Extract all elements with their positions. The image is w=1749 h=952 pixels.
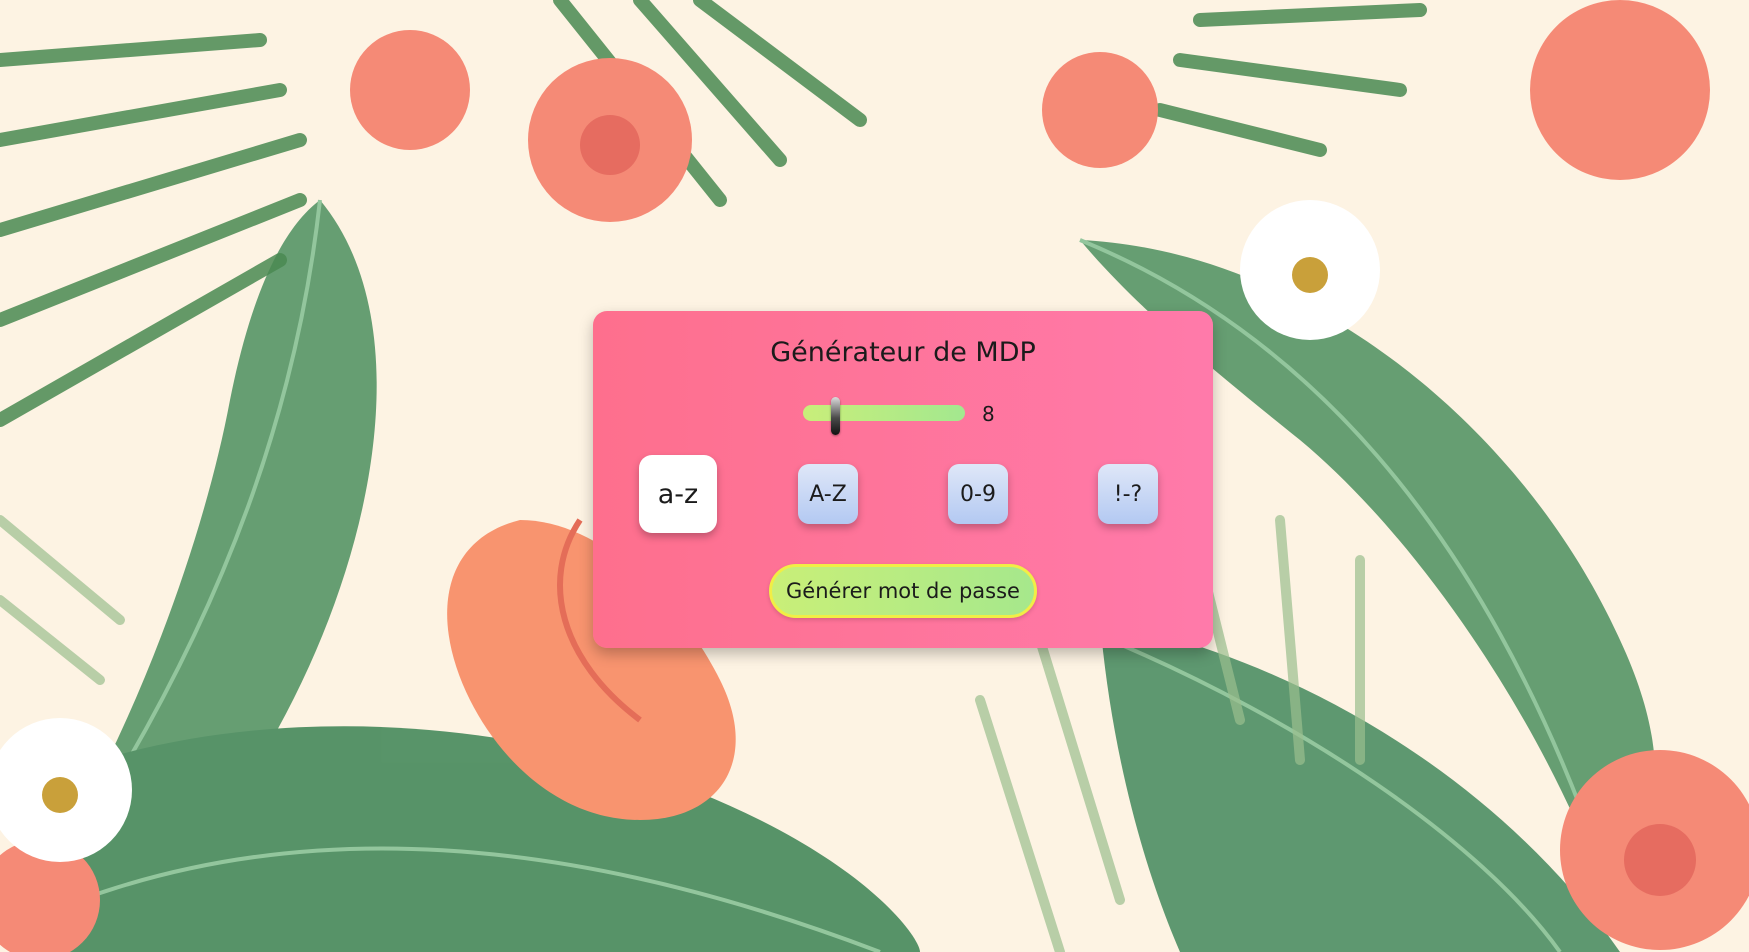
lowercase-option-button[interactable]: a-z: [639, 455, 717, 533]
generate-password-button[interactable]: Générer mot de passe: [769, 564, 1037, 618]
digits-option-button[interactable]: 0-9: [948, 464, 1008, 524]
length-slider-thumb[interactable]: [831, 397, 840, 435]
length-slider[interactable]: [803, 397, 965, 435]
symbols-option-button[interactable]: !-?: [1098, 464, 1158, 524]
length-value: 8: [982, 402, 995, 426]
app-title: Générateur de MDP: [770, 337, 1036, 368]
password-generator-card: Générateur de MDP 8 a-z A-Z 0-9 !-? Géné…: [593, 311, 1213, 648]
uppercase-option-button[interactable]: A-Z: [798, 464, 858, 524]
